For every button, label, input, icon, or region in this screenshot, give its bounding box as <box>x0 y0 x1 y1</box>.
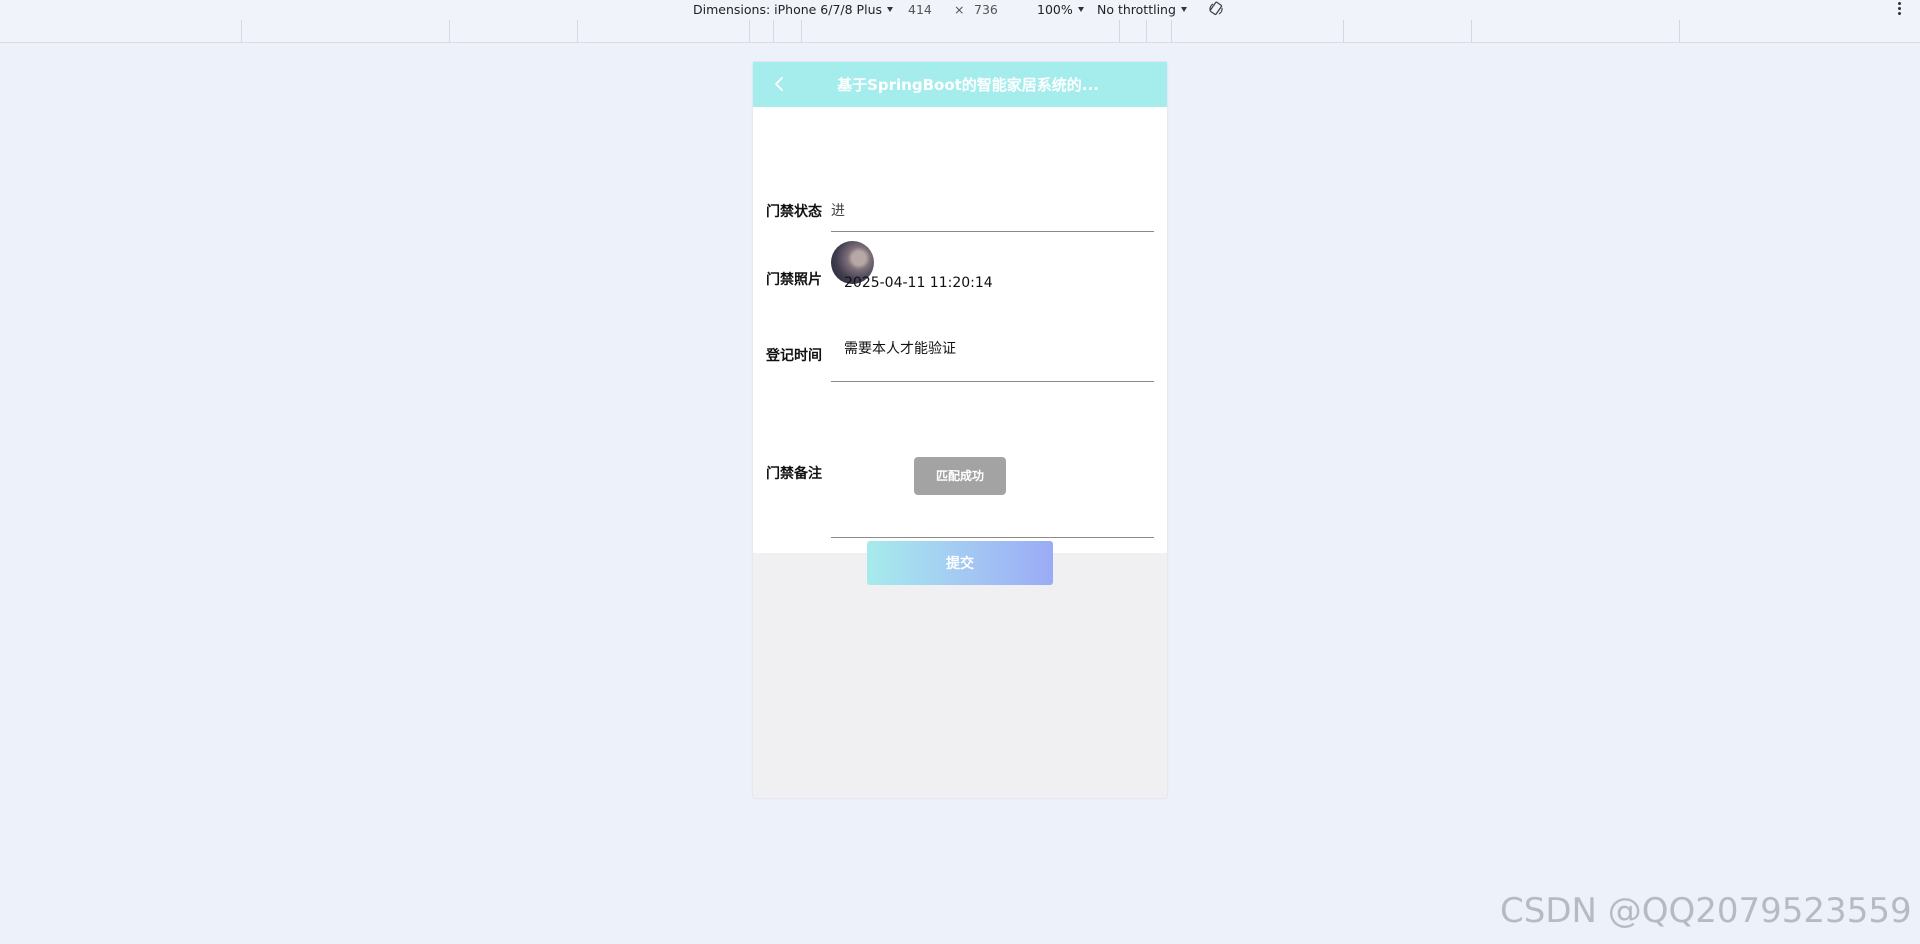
page-title: 基于SpringBoot的智能家居系统的... <box>837 76 1099 94</box>
rotate-icon[interactable] <box>1208 1 1224 17</box>
status-label: 门禁状态 <box>766 204 822 220</box>
device-viewport: 基于SpringBoot的智能家居系统的... 门禁状态 进 门禁照片 登记时间… <box>753 62 1167 798</box>
watermark: CSDN @QQ2079523559 <box>1500 891 1912 931</box>
submit-button[interactable]: 提交 <box>867 541 1053 585</box>
remark-underline <box>831 537 1154 538</box>
devtools-toolbar: Dimensions: iPhone 6/7/8 Plus 414 × 736 … <box>0 0 1920 20</box>
device-dimensions-dropdown[interactable]: Dimensions: iPhone 6/7/8 Plus <box>693 2 894 17</box>
back-arrow-icon[interactable] <box>771 76 787 92</box>
throttling-dropdown[interactable]: No throttling <box>1097 2 1187 17</box>
times-label: × <box>954 2 965 17</box>
time-label: 登记时间 <box>766 348 822 364</box>
access-record-form: 门禁状态 进 门禁照片 登记时间 2025-04-11 11:20:14 门禁备… <box>753 107 1167 585</box>
photo-label: 门禁照片 <box>766 272 822 288</box>
time-field[interactable]: 2025-04-11 11:20:14 <box>844 275 993 291</box>
chevron-down-icon <box>887 7 894 12</box>
throttling-label: No throttling <box>1097 2 1176 17</box>
remark-field[interactable]: 需要本人才能验证 <box>844 338 956 358</box>
device-dimensions-label: Dimensions: iPhone 6/7/8 Plus <box>693 2 883 17</box>
viewport-width-input[interactable]: 414 <box>908 2 932 17</box>
status-underline <box>831 231 1154 232</box>
zoom-label: 100% <box>1037 2 1073 17</box>
time-underline <box>831 381 1154 382</box>
chevron-down-icon <box>1180 7 1187 12</box>
more-options-icon[interactable] <box>1896 1 1902 17</box>
app-header: 基于SpringBoot的智能家居系统的... <box>753 62 1167 107</box>
media-query-ruler <box>0 20 1920 43</box>
chevron-down-icon <box>1077 7 1084 12</box>
zoom-dropdown[interactable]: 100% <box>1037 2 1084 17</box>
remark-label: 门禁备注 <box>766 466 822 482</box>
viewport-height-input[interactable]: 736 <box>974 2 998 17</box>
match-success-button[interactable]: 匹配成功 <box>914 457 1006 495</box>
status-field[interactable]: 进 <box>831 200 845 220</box>
